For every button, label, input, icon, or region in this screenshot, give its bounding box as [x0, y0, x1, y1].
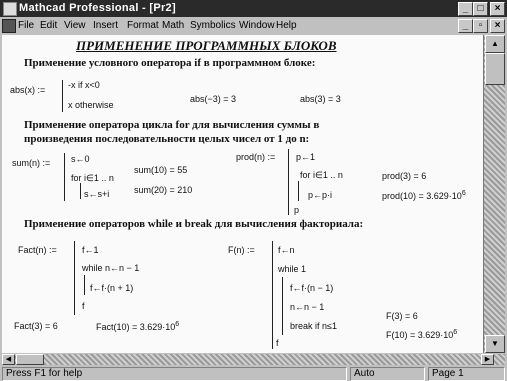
status-page: Page 1: [428, 367, 505, 381]
menu-window[interactable]: Window: [239, 20, 275, 31]
f-line-6[interactable]: f: [276, 338, 279, 348]
abs-definition-lhs[interactable]: abs(x) :=: [10, 85, 45, 95]
sum-eval-1[interactable]: sum(10) = 55: [134, 165, 187, 175]
scroll-right-arrow-icon[interactable]: ▶: [481, 354, 494, 365]
f-eval-1[interactable]: F(3) = 6: [386, 311, 418, 321]
section-if-heading: Применение условного оператора if в прог…: [24, 57, 316, 69]
f-definition-lhs[interactable]: F(n) :=: [228, 245, 255, 255]
mathcad-window: Mathcad Professional - [Pr2] _ □ × File …: [0, 0, 507, 381]
sum-line-3[interactable]: s←s+i: [84, 189, 109, 199]
section-for-heading-2: произведения последовательности целых чи…: [24, 133, 310, 145]
status-mode: Auto: [350, 367, 425, 381]
title-bar: Mathcad Professional - [Pr2] _ □ ×: [0, 0, 507, 17]
f-line-2[interactable]: while 1: [278, 264, 306, 274]
prod-eval-2[interactable]: prod(10) = 3.629·106: [382, 190, 466, 201]
scroll-left-arrow-icon[interactable]: ◀: [2, 354, 15, 365]
prod-definition-lhs[interactable]: prod(n) :=: [236, 152, 275, 162]
f-while-bar: [282, 277, 283, 335]
abs-eval-2[interactable]: abs(3) = 3: [300, 94, 341, 104]
vertical-scroll-thumb[interactable]: [485, 53, 505, 85]
menu-file[interactable]: File: [18, 20, 34, 31]
prod-eval-1[interactable]: prod(3) = 6: [382, 171, 426, 181]
prod-line-3[interactable]: p←p·i: [308, 190, 332, 200]
fact-line-4[interactable]: f: [82, 301, 85, 311]
f-line-4[interactable]: n←n − 1: [290, 302, 324, 312]
sum-line-2[interactable]: for i∈1 .. n: [71, 173, 114, 184]
minimize-button[interactable]: _: [458, 2, 473, 16]
prod-program-bar: [288, 149, 289, 215]
f-eval-2[interactable]: F(10) = 3.629·106: [386, 329, 457, 340]
status-bar: Press F1 for help Auto Page 1: [0, 366, 507, 381]
vertical-scrollbar[interactable]: ▲ ▼: [484, 35, 505, 353]
f-line-5[interactable]: break if n≤1: [290, 321, 337, 331]
prod-loop-bar: [298, 181, 299, 201]
f-program-bar: [272, 241, 273, 349]
sum-line-1[interactable]: s←0: [71, 154, 90, 164]
worksheet[interactable]: ПРИМЕНЕНИЕ ПРОГРАММНЫХ БЛОКОВ Применение…: [2, 35, 484, 353]
fact-eval-2-exponent: 6: [175, 321, 180, 328]
document-icon[interactable]: [2, 19, 16, 33]
menu-view[interactable]: View: [64, 20, 86, 31]
menu-edit[interactable]: Edit: [40, 20, 57, 31]
fact-program-bar: [74, 241, 75, 315]
prod-line-1[interactable]: p←1: [296, 152, 315, 162]
sum-loop-bar: [80, 183, 81, 199]
abs-line-1[interactable]: -x if x<0: [68, 80, 100, 90]
doc-close-button[interactable]: ×: [490, 19, 505, 33]
section-for-heading-1: Применение оператора цикла for для вычис…: [24, 119, 320, 131]
sum-eval-2[interactable]: sum(20) = 210: [134, 185, 192, 195]
sum-definition-lhs[interactable]: sum(n) :=: [12, 158, 50, 168]
f-line-3[interactable]: f←f·(n − 1): [290, 283, 333, 293]
status-help-text: Press F1 for help: [2, 367, 347, 381]
mathcad-app-icon[interactable]: [3, 2, 17, 16]
close-button[interactable]: ×: [490, 2, 505, 16]
prod-eval-2-base: prod(10) = 3.629·10: [382, 191, 462, 201]
fact-line-3[interactable]: f←f·(n + 1): [90, 283, 133, 293]
prod-eval-2-exponent: 6: [461, 190, 466, 197]
fact-eval-2[interactable]: Fact(10) = 3.629·106: [96, 321, 179, 332]
fact-while-bar: [84, 275, 85, 295]
scroll-up-arrow-icon[interactable]: ▲: [485, 35, 505, 53]
f-eval-2-exponent: 6: [453, 329, 458, 336]
menu-bar: File Edit View Insert Format Math Symbol…: [0, 17, 507, 34]
abs-eval-1[interactable]: abs(−3) = 3: [190, 94, 236, 104]
doc-minimize-button[interactable]: _: [458, 19, 473, 33]
window-title: Mathcad Professional - [Pr2]: [19, 2, 176, 14]
prod-line-4[interactable]: p: [294, 205, 299, 215]
horizontal-scrollbar[interactable]: ◀ ▶: [2, 354, 505, 365]
abs-program-bar: [62, 80, 63, 112]
menu-insert[interactable]: Insert: [93, 20, 118, 31]
prod-line-2[interactable]: for i∈1 .. n: [300, 170, 343, 181]
menu-format[interactable]: Format: [127, 20, 159, 31]
sum-program-bar: [64, 153, 65, 201]
document-title: ПРИМЕНЕНИЕ ПРОГРАММНЫХ БЛОКОВ: [76, 38, 337, 53]
fact-definition-lhs[interactable]: Fact(n) :=: [18, 245, 57, 255]
maximize-button[interactable]: □: [473, 2, 488, 16]
f-eval-2-base: F(10) = 3.629·10: [386, 330, 454, 340]
f-line-1[interactable]: f←n: [278, 245, 295, 255]
fact-eval-2-base: Fact(10) = 3.629·10: [96, 322, 176, 332]
fact-eval-1[interactable]: Fact(3) = 6: [14, 321, 58, 331]
doc-restore-button[interactable]: ▫: [473, 19, 488, 33]
fact-line-1[interactable]: f←1: [82, 245, 99, 255]
scroll-down-arrow-icon[interactable]: ▼: [485, 335, 505, 353]
horizontal-scroll-thumb[interactable]: [16, 354, 44, 365]
abs-line-2[interactable]: x otherwise: [68, 100, 114, 110]
menu-math[interactable]: Math: [162, 20, 184, 31]
fact-line-2[interactable]: while n←n − 1: [82, 263, 139, 273]
menu-help[interactable]: Help: [276, 20, 297, 31]
menu-symbolics[interactable]: Symbolics: [190, 20, 236, 31]
section-while-heading: Применение операторов while и break для …: [24, 218, 364, 230]
